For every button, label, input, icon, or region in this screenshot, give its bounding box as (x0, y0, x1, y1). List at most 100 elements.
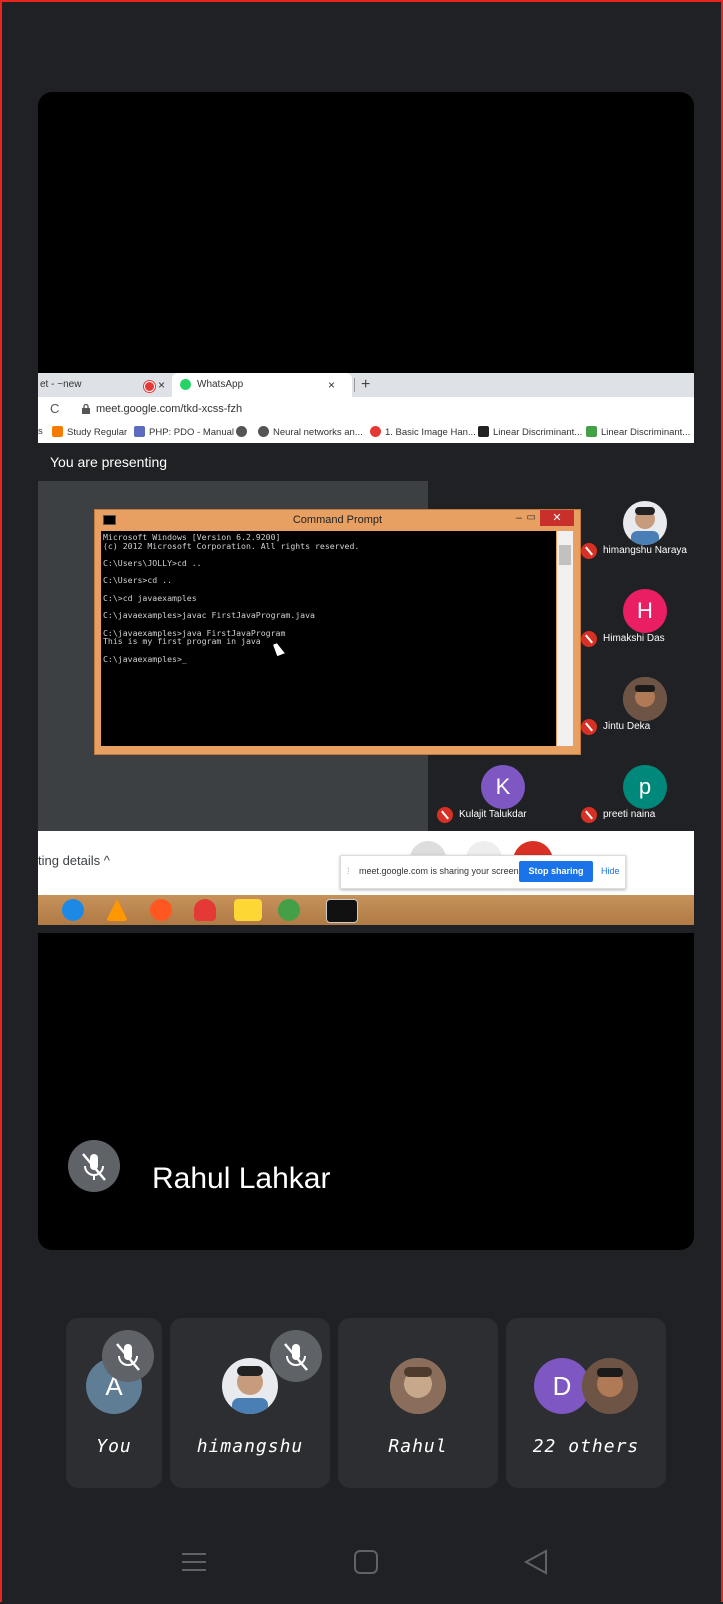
participant-tile-others[interactable]: D 22 others (506, 1318, 666, 1488)
bookmark-globe[interactable] (236, 426, 251, 438)
muted-mic-icon (581, 719, 597, 735)
person-photo-icon (390, 1358, 446, 1414)
minimize-button[interactable]: – (516, 510, 522, 526)
muted-mic-icon (102, 1330, 154, 1382)
avatar (582, 1358, 638, 1414)
person-photo-icon (582, 1358, 638, 1414)
bookmarks-bar: s Study Regular PHP: PDO - Manual Neural… (38, 421, 694, 444)
lock-icon (82, 404, 90, 414)
bookmark-icon (586, 426, 597, 437)
globe-icon (236, 426, 247, 437)
tab-meet[interactable]: et - ~new × (38, 373, 170, 397)
muted-mic-icon (270, 1330, 322, 1382)
close-button[interactable]: ✕ (540, 510, 574, 526)
participant-name: Himakshi Das (603, 633, 665, 644)
participant-name: Jintu Deka (603, 721, 651, 732)
participant-label: You (96, 1436, 132, 1457)
cmd-console[interactable]: Microsoft Windows [Version 6.2.9200] (c)… (101, 531, 556, 746)
hide-button[interactable]: Hide (601, 866, 620, 876)
bookmark-icon (134, 426, 145, 437)
bookmark-icon (52, 426, 63, 437)
avatar (390, 1358, 446, 1414)
tab-close-icon[interactable]: × (158, 373, 165, 397)
participant-avatar (623, 677, 667, 721)
bookmark-php-pdo[interactable]: PHP: PDO - Manual (134, 426, 234, 438)
whatsapp-icon (180, 379, 191, 390)
participant-name: preeti naina (603, 809, 656, 820)
windows-taskbar (38, 895, 694, 925)
participant-tile-rahul[interactable]: Rahul (338, 1318, 498, 1488)
bookmark-basic-image[interactable]: 1. Basic Image Han... (370, 426, 476, 438)
scrollbar-thumb[interactable] (559, 545, 571, 565)
browser-tab-bar: et - ~new × WhatsApp × + (38, 373, 694, 397)
participant-name: Kulajit Talukdar (459, 809, 527, 820)
console-line: This is my first program in java (103, 636, 261, 647)
recording-dot-icon (144, 381, 155, 392)
cmd-title: Command Prompt (292, 514, 383, 526)
vlc-icon[interactable] (106, 899, 128, 921)
console-line: (c) 2012 Microsoft Corporation. All righ… (103, 540, 360, 551)
menu-icon[interactable] (180, 1548, 208, 1576)
balloon-app-icon[interactable] (194, 899, 216, 921)
shared-screen: et - ~new × WhatsApp × + C meet.google.c… (38, 373, 694, 933)
participant-tile-you[interactable]: A You (66, 1318, 162, 1488)
cmd-scrollbar[interactable] (557, 531, 573, 746)
refresh-icon[interactable]: C (50, 401, 59, 416)
person-photo-icon (623, 677, 667, 721)
mic-off-glyph (116, 1343, 140, 1371)
bookmark-linear-discriminant-1[interactable]: Linear Discriminant... (478, 426, 582, 438)
muted-mic-icon (437, 807, 453, 823)
file-explorer-icon[interactable] (234, 899, 262, 921)
muted-mic-icon (68, 1140, 120, 1192)
bookmark-label: Neural networks an... (273, 427, 363, 438)
bookmark-icon (370, 426, 381, 437)
sharing-text: meet.google.com is sharing your screen. (359, 866, 522, 876)
bookmark-label: PHP: PDO - Manual (149, 427, 234, 438)
chrome-icon[interactable] (278, 899, 300, 921)
bookmark-item[interactable]: s (38, 426, 43, 437)
bookmark-label: 1. Basic Image Han... (385, 427, 476, 438)
console-line: C:\Users\JOLLY>cd .. (103, 558, 202, 569)
console-line: C:\javaexamples>javac FirstJavaProgram.j… (103, 610, 315, 621)
back-icon[interactable] (522, 1548, 550, 1576)
address-bar: C meet.google.com/tkd-xcss-fzh (38, 397, 694, 422)
url-text[interactable]: meet.google.com/tkd-xcss-fzh (96, 403, 242, 415)
stop-sharing-button[interactable]: Stop sharing (519, 861, 593, 882)
muted-mic-icon (581, 631, 597, 647)
person-photo-icon (631, 507, 659, 545)
participant-avatar: H (623, 589, 667, 633)
meeting-details-button[interactable]: ting details ^ (38, 853, 110, 868)
bookmark-linear-discriminant-2[interactable]: Linear Discriminant... (586, 426, 690, 438)
bookmark-icon (478, 426, 489, 437)
drag-handle-icon[interactable]: ⁞ (347, 866, 350, 876)
participant-avatar: p (623, 765, 667, 809)
presenting-banner: You are presenting (38, 443, 694, 481)
command-prompt-window[interactable]: Command Prompt – ▭ ✕ Microsoft Windows [… (94, 509, 581, 755)
mic-off-glyph (82, 1153, 106, 1181)
ie-icon[interactable] (62, 899, 84, 921)
participant-tile-himangshu[interactable]: himangshu (170, 1318, 330, 1488)
new-tab-button[interactable]: + (361, 373, 370, 397)
console-line: C:\>cd javaexamples (103, 592, 197, 603)
sharing-notification: ⁞ meet.google.com is sharing your screen… (340, 855, 626, 889)
participant-name: himangshu Naraya (603, 545, 687, 556)
tab-whatsapp[interactable]: WhatsApp × (172, 373, 352, 397)
maximize-button[interactable]: ▭ (527, 510, 536, 526)
tab-meet-title: et - ~new (40, 379, 82, 390)
bookmark-neural-networks[interactable]: Neural networks an... (258, 426, 363, 438)
home-icon[interactable] (352, 1548, 380, 1576)
mic-off-glyph (284, 1343, 308, 1371)
cmd-taskbar-icon[interactable] (326, 899, 358, 923)
bookmark-label: Study Regular (67, 427, 128, 438)
console-line: C:\javaexamples>_ (103, 653, 187, 664)
firefox-icon[interactable] (150, 899, 172, 921)
bookmark-study-regular[interactable]: Study Regular (52, 426, 127, 438)
main-speaker-name: Rahul Lahkar (152, 1162, 331, 1195)
console-line: C:\Users>cd .. (103, 575, 173, 586)
participant-label: Rahul (388, 1436, 448, 1457)
participant-avatar: K (481, 765, 525, 809)
globe-icon (258, 426, 269, 437)
main-video-tile[interactable]: et - ~new × WhatsApp × + C meet.google.c… (38, 92, 694, 1250)
tab-divider (354, 378, 355, 392)
tab-close-icon[interactable]: × (328, 373, 335, 397)
